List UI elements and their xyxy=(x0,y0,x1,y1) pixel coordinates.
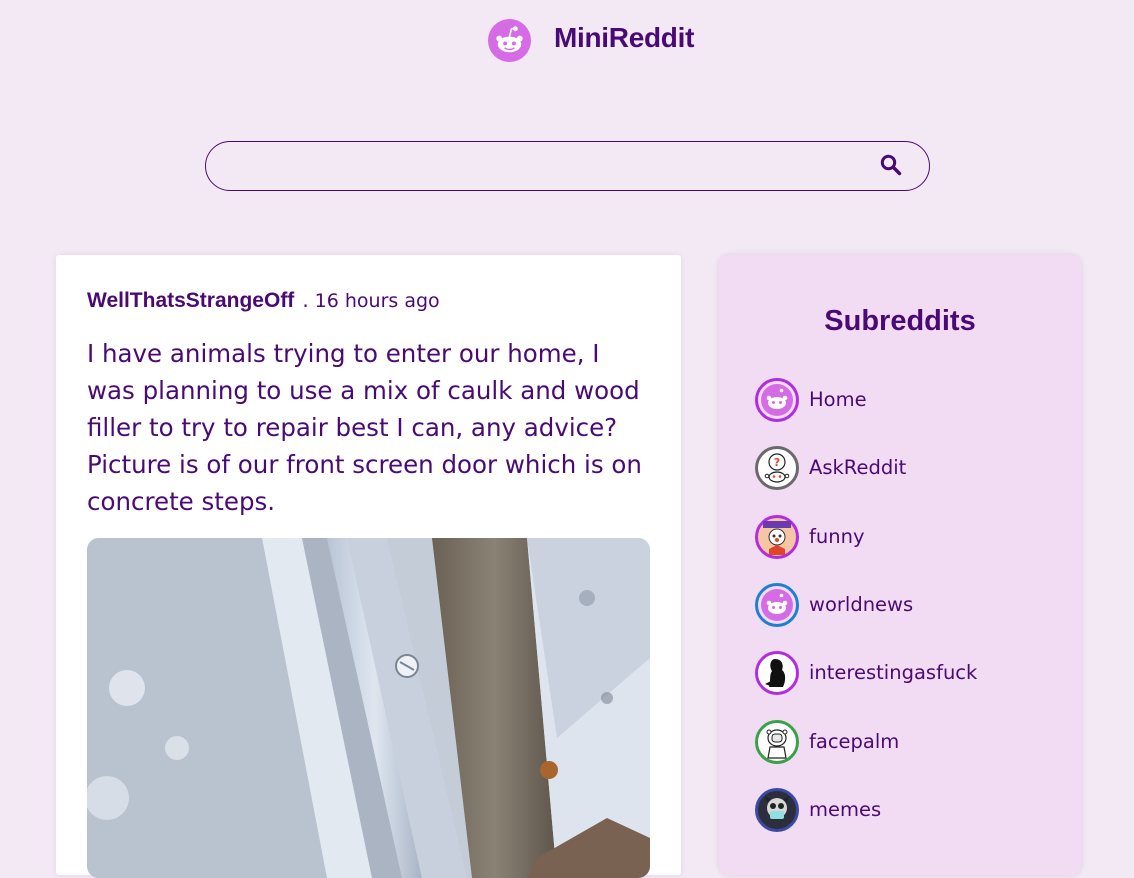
silhouette-icon xyxy=(755,651,799,695)
sidebar-item-label: interestingasfuck xyxy=(809,661,978,684)
subreddits-sidebar: Subreddits Home ? AskReddit funny worldn… xyxy=(719,255,1081,875)
meta-separator: . xyxy=(302,288,309,312)
reddit-alien-icon[interactable] xyxy=(488,19,531,62)
sidebar-item-label: Home xyxy=(809,388,867,411)
sidebar-item-facepalm[interactable]: facepalm xyxy=(755,720,1055,764)
sidebar-item-worldnews[interactable]: worldnews xyxy=(755,583,1055,627)
post-meta: WellThatsStrangeOff. 16 hours ago xyxy=(87,288,440,313)
sidebar-title: Subreddits xyxy=(824,305,976,337)
sidebar-item-interestingasfuck[interactable]: interestingasfuck xyxy=(755,651,1055,695)
search-input[interactable] xyxy=(226,150,850,184)
svg-text:?: ? xyxy=(774,456,780,469)
post-time: 16 hours ago xyxy=(314,290,440,312)
post-author[interactable]: WellThatsStrangeOff xyxy=(87,289,294,312)
sidebar-item-label: AskReddit xyxy=(809,456,907,479)
sidebar-item-funny[interactable]: funny xyxy=(755,515,1055,559)
reddit-alien-icon xyxy=(755,378,799,422)
sidebar-item-label: facepalm xyxy=(809,730,900,753)
search-icon xyxy=(880,154,902,175)
post-title[interactable]: I have animals trying to enter our home,… xyxy=(87,335,652,520)
reddit-alien-icon xyxy=(755,583,799,627)
sidebar-item-memes[interactable]: memes xyxy=(755,788,1055,832)
sidebar-item-label: funny xyxy=(809,525,865,548)
header: MiniReddit xyxy=(0,0,1134,80)
sidebar-item-home[interactable]: Home xyxy=(755,378,1055,422)
search-button[interactable] xyxy=(876,152,906,180)
post-image[interactable] xyxy=(87,538,650,878)
post-card[interactable]: WellThatsStrangeOff. 16 hours ago I have … xyxy=(56,255,681,878)
memes-icon xyxy=(755,788,799,832)
door-photo xyxy=(87,538,650,878)
sidebar-item-label: worldnews xyxy=(809,593,914,616)
sidebar-item-label: memes xyxy=(809,798,882,821)
search-bar xyxy=(205,141,930,191)
sidebar-item-askreddit[interactable]: ? AskReddit xyxy=(755,446,1055,490)
funny-icon xyxy=(755,515,799,559)
app-title: MiniReddit xyxy=(554,22,695,53)
facepalm-icon xyxy=(755,720,799,764)
askreddit-icon: ? xyxy=(755,446,799,490)
